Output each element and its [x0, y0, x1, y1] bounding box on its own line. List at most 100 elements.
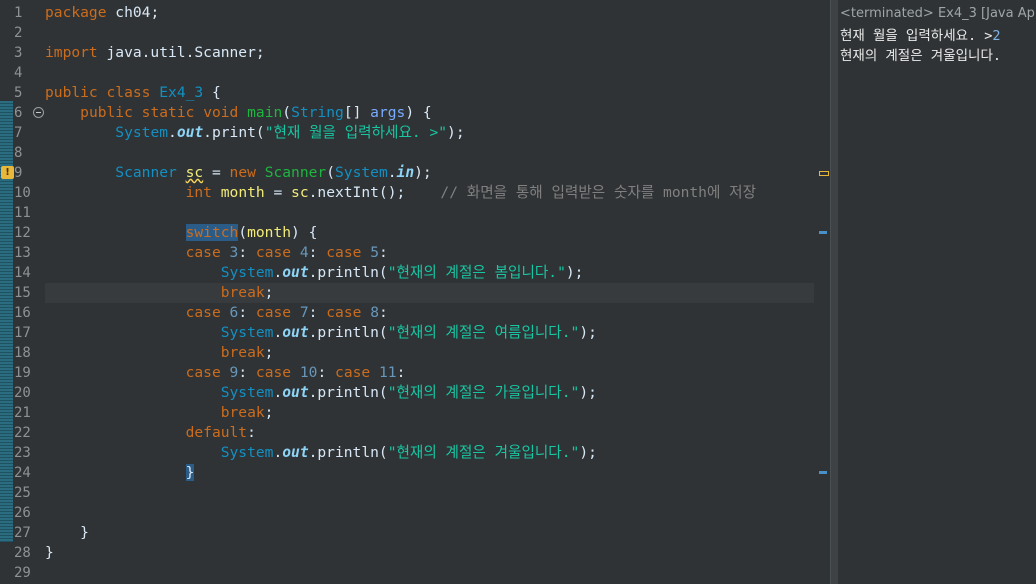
console-line: 현재 월을 입력하세요. >2 — [840, 26, 1036, 46]
console-header: <terminated> Ex4_3 [Java Application] — [840, 6, 1036, 21]
code-token: } — [45, 524, 89, 541]
code-token: "현재의 계절은 겨울입니다." — [387, 444, 580, 461]
code-token: .nextInt(); — [308, 184, 441, 201]
code-token: sc — [291, 184, 309, 201]
code-token: package — [45, 4, 107, 21]
code-token: ); — [565, 264, 584, 281]
code-token: month — [220, 184, 265, 201]
code-token: switch — [185, 224, 239, 241]
code-line[interactable]: System.out.println("현재의 계절은 가을입니다."); — [45, 383, 814, 403]
code-token: in — [396, 164, 415, 181]
code-line[interactable]: break; — [45, 283, 814, 303]
code-token: 5 — [370, 244, 379, 261]
code-line[interactable]: } — [45, 523, 814, 543]
code-token: args — [370, 104, 406, 121]
line-number: 8 — [14, 145, 23, 161]
console-view[interactable]: <terminated> Ex4_3 [Java Application] 현재… — [838, 0, 1036, 584]
line-number: 18 — [14, 345, 31, 361]
code-token: "현재의 계절은 여름입니다." — [387, 324, 580, 341]
code-line[interactable] — [45, 503, 814, 523]
code-token: ; — [264, 404, 274, 421]
code-line[interactable]: case 6: case 7: case 8: — [45, 303, 814, 323]
warning-icon[interactable]: ! — [1, 166, 14, 179]
code-line[interactable]: package ch04; — [45, 3, 814, 23]
code-token: ch04; — [106, 4, 160, 21]
code-token: String — [291, 104, 344, 121]
code-token: .println( — [308, 264, 388, 281]
code-token: ( — [282, 104, 292, 121]
code-token: System — [220, 324, 274, 341]
code-line[interactable] — [45, 483, 814, 503]
code-token: int — [185, 184, 212, 201]
code-token: 8 — [370, 304, 379, 321]
overview-ruler-mark[interactable] — [819, 231, 827, 234]
code-line[interactable] — [45, 203, 814, 223]
code-line[interactable]: public static void main(String[] args) { — [45, 103, 814, 123]
code-line[interactable] — [45, 143, 814, 163]
line-number: 16 — [14, 305, 31, 321]
code-token: ); — [579, 444, 597, 461]
code-line[interactable]: System.out.print("현재 월을 입력하세요. >"); — [45, 123, 814, 143]
code-token: case — [326, 244, 362, 261]
overview-ruler[interactable] — [816, 0, 830, 584]
code-line[interactable]: int month = sc.nextInt(); // 화면을 통해 입력받은… — [45, 183, 814, 203]
code-token: case — [185, 304, 221, 321]
code-line[interactable]: import java.util.Scanner; — [45, 43, 814, 63]
line-number: 11 — [14, 205, 31, 221]
code-token: ); — [579, 384, 597, 401]
code-line[interactable]: Scanner sc = new Scanner(System.in); — [45, 163, 814, 183]
code-line[interactable]: } — [45, 463, 814, 483]
code-line[interactable] — [45, 563, 814, 583]
code-token: out — [282, 384, 309, 401]
code-editor[interactable]: 1 2 3 4 5 6 7 8 9 10 11 12 13 14 15 16 17 18 19 20 21 22 23 24 2… — [0, 0, 830, 584]
overview-ruler-mark[interactable] — [819, 171, 829, 176]
code-line[interactable]: System.out.println("현재의 계절은 여름입니다."); — [45, 323, 814, 343]
overview-ruler-mark[interactable] — [819, 471, 827, 474]
code-token: case — [255, 304, 292, 321]
code-line[interactable]: case 3: case 4: case 5: — [45, 243, 814, 263]
code-line[interactable]: } — [45, 543, 814, 563]
line-number: 23 — [14, 445, 31, 461]
line-number: 29 — [14, 565, 31, 581]
line-number: 12 — [14, 225, 31, 241]
code-line[interactable]: break; — [45, 343, 814, 363]
code-line[interactable]: case 9: case 10: case 11: — [45, 363, 814, 383]
code-line[interactable]: default: — [45, 423, 814, 443]
code-token: : — [396, 364, 406, 381]
code-line[interactable]: break; — [45, 403, 814, 423]
code-line[interactable] — [45, 23, 814, 43]
console-text: 현재의 계절은 겨울입니다. — [840, 48, 1002, 64]
code-token: void — [203, 104, 239, 121]
console-user-input: 2 — [992, 28, 1001, 44]
code-token: . — [168, 124, 177, 141]
line-number: 27 — [14, 525, 31, 541]
code-line[interactable]: System.out.println("현재의 계절은 겨울입니다."); — [45, 443, 814, 463]
code-token: . — [387, 164, 397, 181]
code-token: : — [238, 244, 256, 261]
line-number: 7 — [14, 125, 23, 141]
code-line[interactable]: System.out.println("현재의 계절은 봄입니다."); — [45, 263, 814, 283]
code-token: static — [141, 104, 195, 121]
code-token: = — [264, 184, 292, 201]
code-token: "현재의 계절은 봄입니다." — [387, 264, 566, 281]
code-token: case — [326, 304, 362, 321]
code-token: break — [220, 404, 265, 421]
code-token: "현재의 계절은 가을입니다." — [387, 384, 580, 401]
code-line[interactable]: public class Ex4_3 { — [45, 83, 814, 103]
line-number: 3 — [14, 45, 23, 61]
code-line[interactable] — [45, 63, 814, 83]
code-token: : — [238, 364, 256, 381]
code-line[interactable]: switch(month) { — [45, 223, 814, 243]
code-token: ) { — [405, 104, 432, 121]
code-token: break — [220, 344, 265, 361]
collapse-minus-icon[interactable] — [33, 107, 44, 118]
code-token: [] — [343, 104, 371, 121]
code-token: 7 — [299, 304, 309, 321]
